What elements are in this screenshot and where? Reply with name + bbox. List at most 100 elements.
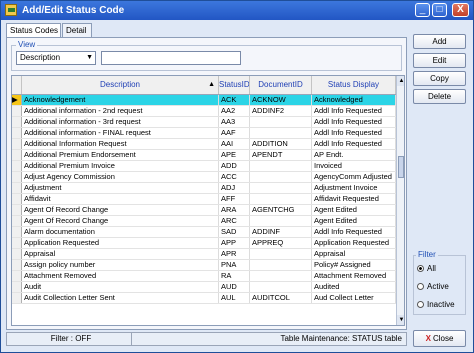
filter-radio-all-label: All [427, 264, 436, 273]
row-header[interactable] [12, 172, 22, 182]
table-row[interactable]: Audit AUD Audited [12, 282, 396, 293]
table-row[interactable]: Additional Premium Invoice ADD Invoiced [12, 161, 396, 172]
table-row[interactable]: ▶ Acknowledgement ACK ACKNOW Acknowledged [12, 95, 396, 106]
table-cell: ACC [219, 172, 250, 182]
delete-button[interactable]: Delete [413, 89, 466, 104]
table-row[interactable]: Adjust Agency Commission ACC AgencyComm Ad… [12, 172, 396, 183]
table-row[interactable]: Affidavit AFF Affidavit Requested [12, 194, 396, 205]
table-cell: Additional information - 2nd request [22, 106, 219, 116]
table-cell [250, 260, 312, 270]
view-group: View Description ▼ [11, 40, 402, 71]
column-header-documentid[interactable]: DocumentID [250, 76, 312, 94]
row-header[interactable] [12, 271, 22, 281]
vertical-scrollbar[interactable]: ▲ ▼ [396, 76, 404, 325]
table-cell: Additional information - 3rd request [22, 117, 219, 127]
row-header[interactable]: ▶ [12, 95, 22, 105]
scroll-thumb[interactable] [398, 156, 404, 178]
column-header-statusid[interactable]: StatusID [219, 76, 250, 94]
filter-radio-all[interactable]: All [417, 263, 436, 274]
table-cell [250, 249, 312, 259]
filter-radio-inactive[interactable]: Inactive [417, 299, 455, 310]
table-row[interactable]: Appraisal APR Appraisal [12, 249, 396, 260]
search-input[interactable] [101, 51, 241, 65]
row-header[interactable] [12, 117, 22, 127]
table-row[interactable]: Additional information - FINAL request AA… [12, 128, 396, 139]
table-row[interactable]: Additional information - 2nd request AA2 A… [12, 106, 396, 117]
row-header[interactable] [12, 106, 22, 116]
table-cell: ADDINF2 [250, 106, 312, 116]
row-header[interactable] [12, 150, 22, 160]
table-cell: APP [219, 238, 250, 248]
table-cell: AP Endt. [312, 150, 396, 160]
filter-radio-active[interactable]: Active [417, 281, 449, 292]
view-select[interactable]: Description ▼ [16, 51, 96, 65]
row-header[interactable] [12, 238, 22, 248]
row-header[interactable] [12, 205, 22, 215]
view-legend: View [16, 40, 38, 50]
table-row[interactable]: Application Requested APP APPREQ Applicatio… [12, 238, 396, 249]
row-header[interactable] [12, 139, 22, 149]
table-cell: Affidavit Requested [312, 194, 396, 204]
table-cell: PNA [219, 260, 250, 270]
table-cell [250, 282, 312, 292]
table-cell: Appraisal [312, 249, 396, 259]
table-cell: Appraisal [22, 249, 219, 259]
table-cell: Additional Premium Endorsement [22, 150, 219, 160]
table-row[interactable]: Alarm documentation SAD ADDINF Addl Info Re… [12, 227, 396, 238]
tab-status-codes[interactable]: Status Codes [6, 23, 61, 37]
table-row[interactable]: Adjustment ADJ Adjustment Invoice [12, 183, 396, 194]
table-cell: ADD [219, 161, 250, 171]
table-cell: AAF [219, 128, 250, 138]
filter-legend: Filter [416, 250, 438, 260]
copy-button[interactable]: Copy [413, 71, 466, 86]
table-row[interactable]: Agent Of Record Change ARC Agent Edited [12, 216, 396, 227]
table-row[interactable]: Additional Premium Endorsement APE APENDT A… [12, 150, 396, 161]
table-row[interactable]: Additional Information Request AAI ADDITIO… [12, 139, 396, 150]
row-header[interactable] [12, 249, 22, 259]
table-cell: AGENTCHG [250, 205, 312, 215]
table-cell [250, 117, 312, 127]
table-cell: AgencyComm Adjusted [312, 172, 396, 182]
table-cell [250, 161, 312, 171]
row-header[interactable] [12, 183, 22, 193]
table-cell: Assign policy number [22, 260, 219, 270]
table-row[interactable]: Attachment Removed RA Attachment Removed [12, 271, 396, 282]
table-row[interactable]: Assign policy number PNA Policy# Assigned [12, 260, 396, 271]
row-header[interactable] [12, 282, 22, 292]
table-cell: Agent Edited [312, 216, 396, 226]
tab-detail[interactable]: Detail [62, 23, 92, 37]
filter-radio-inactive-label: Inactive [427, 300, 455, 309]
add-button[interactable]: Add [413, 34, 466, 49]
column-header-status-display[interactable]: Status Display [312, 76, 396, 94]
table-row[interactable]: Agent Of Record Change ARA AGENTCHG Agent E… [12, 205, 396, 216]
row-header[interactable] [12, 260, 22, 270]
table-cell: Addl Info Requested [312, 139, 396, 149]
row-header[interactable] [12, 128, 22, 138]
table-cell [250, 128, 312, 138]
radio-unchecked-icon [417, 301, 424, 309]
status-codes-panel: View Description ▼ Description ▲ StatusI… [6, 37, 407, 330]
maximize-button[interactable]: □ [432, 3, 447, 17]
table-row[interactable]: Audit Collection Letter Sent AUL AUDITCOL A… [12, 293, 396, 304]
scroll-up-icon[interactable]: ▲ [397, 76, 404, 86]
minimize-button[interactable]: _ [415, 3, 430, 17]
close-window-button[interactable]: X [452, 3, 469, 17]
table-cell: ARA [219, 205, 250, 215]
table-cell: ACK [219, 95, 250, 105]
view-select-value: Description [20, 53, 61, 62]
table-cell: Aud Collect Letter [312, 293, 396, 303]
filter-radio-active-label: Active [427, 282, 449, 291]
table-row[interactable]: Additional information - 3rd request AA3 A… [12, 117, 396, 128]
row-header[interactable] [12, 293, 22, 303]
title-bar[interactable]: Add/Edit Status Code _ □ X [1, 1, 473, 20]
row-header[interactable] [12, 216, 22, 226]
column-header-description[interactable]: Description ▲ [22, 76, 219, 94]
row-header[interactable] [12, 161, 22, 171]
edit-button[interactable]: Edit [413, 53, 466, 68]
row-header[interactable] [12, 227, 22, 237]
close-button[interactable]: X Close [413, 330, 466, 347]
table-cell: AUD [219, 282, 250, 292]
scroll-down-icon[interactable]: ▼ [397, 315, 404, 325]
table-cell: Acknowledged [312, 95, 396, 105]
row-header[interactable] [12, 194, 22, 204]
